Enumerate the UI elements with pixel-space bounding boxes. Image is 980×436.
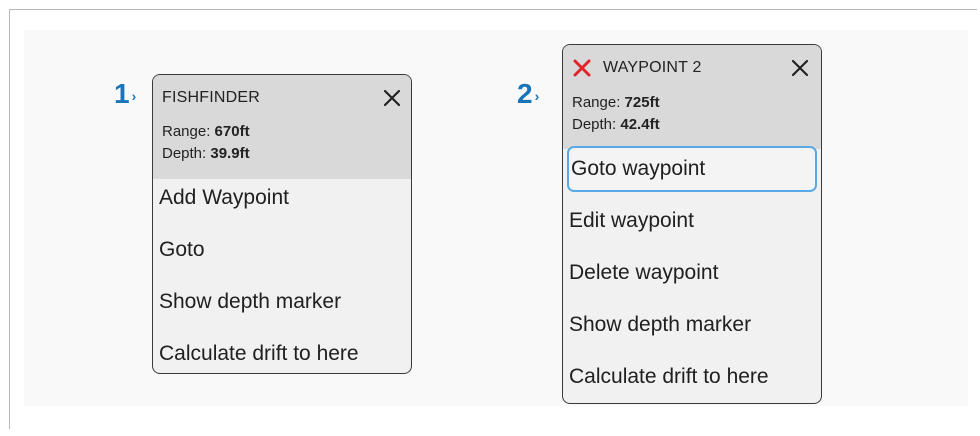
range-label: Range: — [162, 123, 211, 140]
range-value: 670ft — [214, 123, 250, 140]
depth-label: Depth: — [572, 116, 617, 133]
menu-item-edit-waypoint[interactable]: Edit waypoint — [567, 198, 817, 244]
depth-readout: Depth: 42.4ft — [572, 115, 660, 135]
range-readout: Range: 670ft — [162, 122, 250, 142]
menu-item-goto-waypoint[interactable]: Goto waypoint — [567, 146, 817, 192]
depth-value: 42.4ft — [620, 116, 660, 133]
menu-item-delete-waypoint[interactable]: Delete waypoint — [567, 250, 817, 296]
range-value: 725ft — [624, 94, 660, 111]
menu-header: FISHFINDER Range: 670ft Depth: 39.9ft — [153, 75, 411, 179]
menu-item-goto[interactable]: Goto — [157, 227, 407, 273]
step-chevron: › — [534, 88, 540, 104]
range-label: Range: — [572, 94, 621, 111]
menu-item-add-waypoint[interactable]: Add Waypoint — [157, 175, 407, 221]
menu-item-calculate-drift[interactable]: Calculate drift to here — [157, 331, 407, 373]
step-number: 2 — [517, 78, 533, 109]
fishfinder-context-menu: FISHFINDER Range: 670ft Depth: 39.9ft Ad… — [152, 74, 412, 374]
step-chevron: › — [131, 88, 137, 104]
range-readout: Range: 725ft — [572, 93, 660, 113]
menu-item-show-depth-marker[interactable]: Show depth marker — [567, 302, 817, 348]
red-x-waypoint-icon — [573, 59, 591, 77]
depth-value: 39.9ft — [210, 145, 250, 162]
depth-label: Depth: — [162, 145, 207, 162]
close-icon[interactable] — [790, 58, 810, 78]
waypoint-context-menu: WAYPOINT 2 Range: 725ft Depth: 42.4ft Go… — [562, 44, 822, 404]
menu-header: WAYPOINT 2 Range: 725ft Depth: 42.4ft — [563, 45, 821, 149]
close-icon[interactable] — [382, 88, 402, 108]
depth-readout: Depth: 39.9ft — [162, 144, 250, 164]
menu-item-calculate-drift[interactable]: Calculate drift to here — [567, 354, 817, 400]
menu-title: FISHFINDER — [162, 89, 260, 106]
step-2-label: 2 › — [517, 80, 539, 108]
menu-title: WAYPOINT 2 — [603, 59, 702, 76]
step-1-label: 1 › — [114, 80, 136, 108]
step-number: 1 — [114, 78, 130, 109]
menu-item-show-depth-marker[interactable]: Show depth marker — [157, 279, 407, 325]
